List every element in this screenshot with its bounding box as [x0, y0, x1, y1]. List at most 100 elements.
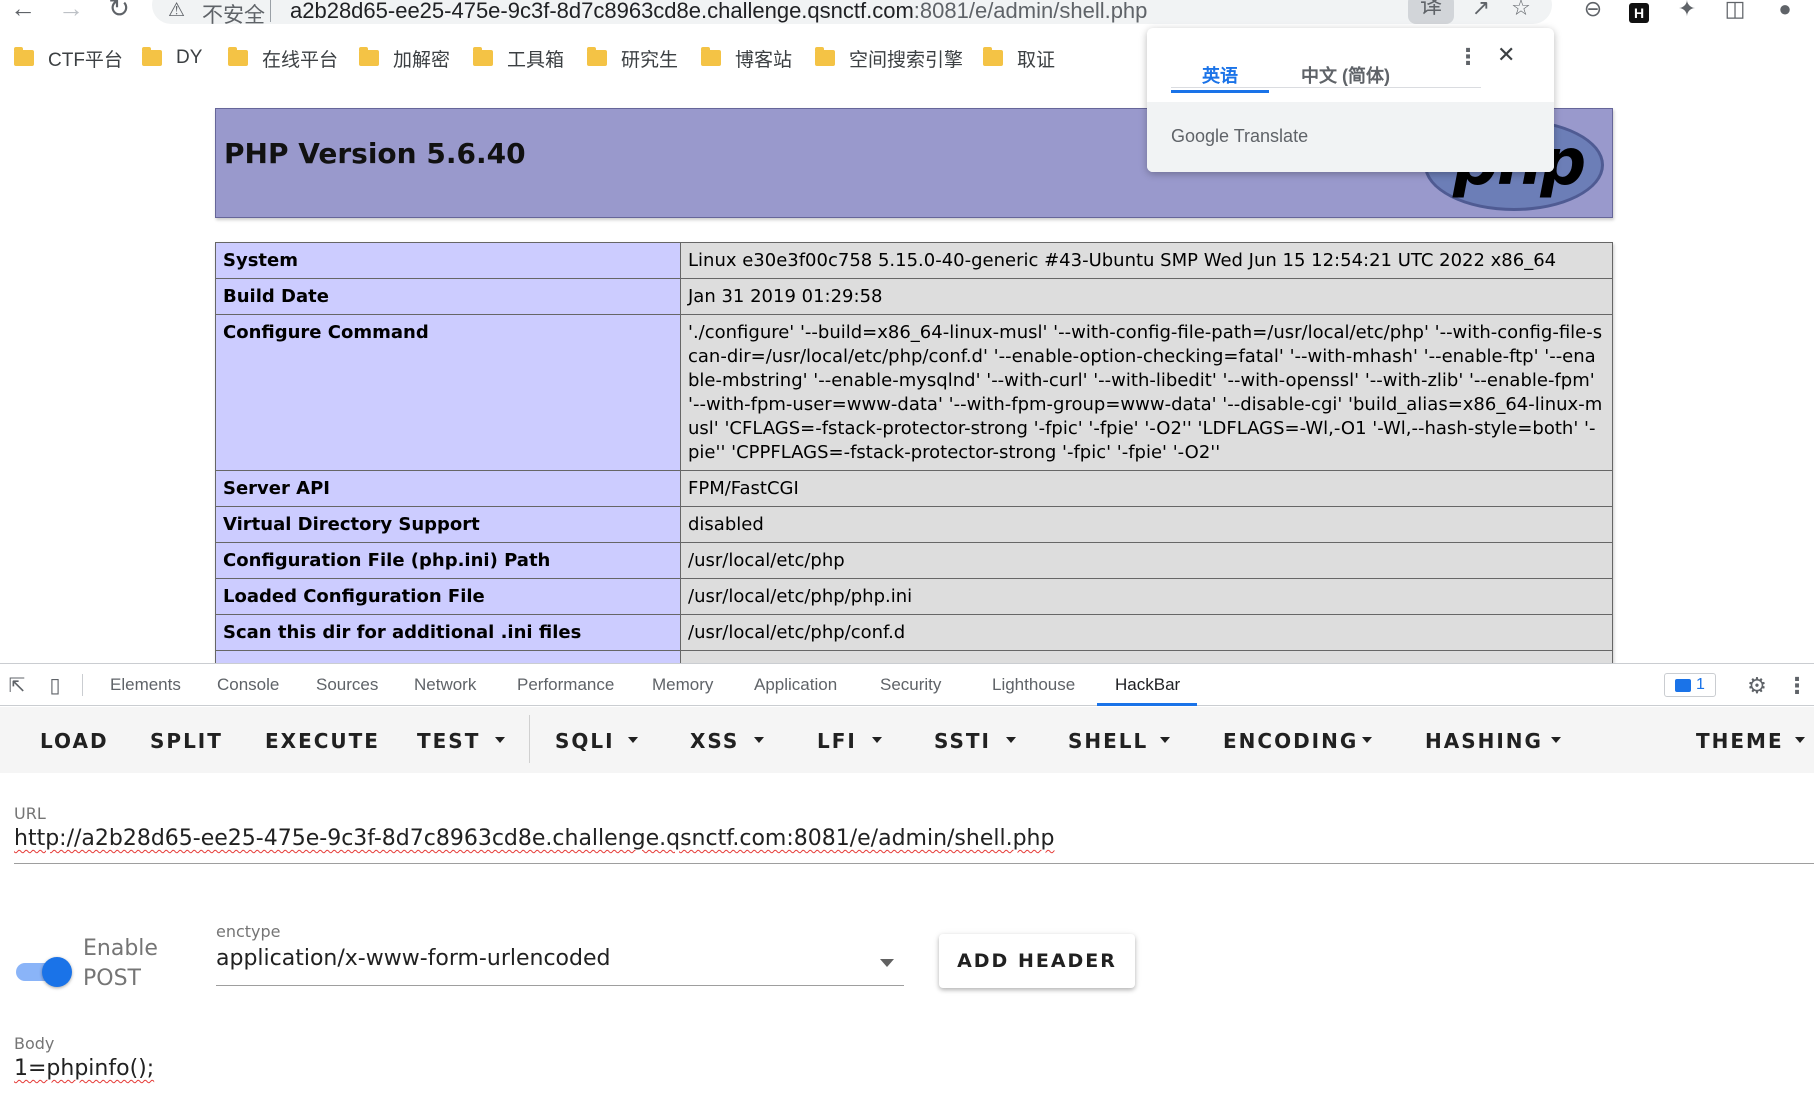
bookmark-label: CTF平台	[48, 49, 123, 71]
folder-icon	[815, 47, 835, 66]
hackbar-menu: LOAD SPLIT EXECUTE TEST SQLI XSS LFI SST…	[0, 707, 1814, 773]
shell-dropdown-icon[interactable]	[1160, 737, 1170, 743]
bookmark-label: 加解密	[393, 49, 451, 71]
hashing-dropdown-icon[interactable]	[1551, 737, 1561, 743]
security-label[interactable]: 不安全	[202, 0, 265, 29]
translate-footer: Google Translate	[1147, 102, 1554, 172]
split-button[interactable]: SPLIT	[150, 729, 223, 753]
xss-dropdown-icon[interactable]	[754, 737, 764, 743]
translate-tab-english[interactable]: 英语	[1171, 62, 1269, 93]
ssti-dropdown-icon[interactable]	[1006, 737, 1016, 743]
google-translate-brand: Google Translate	[1171, 126, 1309, 146]
side-panel-icon[interactable]: ◫	[1720, 0, 1750, 24]
bookmark-crypto[interactable]: 加解密	[359, 45, 450, 71]
tab-console[interactable]: Console	[217, 675, 279, 695]
test-button[interactable]: TEST	[417, 729, 480, 753]
body-input[interactable]: 1=phpinfo();	[14, 1056, 1814, 1092]
lfi-dropdown-icon[interactable]	[872, 737, 882, 743]
ssti-button[interactable]: SSTI	[934, 729, 991, 753]
bookmark-dy[interactable]: DY	[142, 45, 202, 71]
gear-icon[interactable]: ⚙	[1744, 673, 1770, 698]
profile-icon[interactable]: ●	[1770, 0, 1800, 24]
close-icon[interactable]: ✕	[1497, 42, 1515, 68]
bookmark-label: 工具箱	[507, 49, 565, 71]
bookmark-search-engine[interactable]: 空间搜索引擎	[815, 45, 963, 71]
folder-icon	[359, 47, 379, 66]
sqli-dropdown-icon[interactable]	[628, 737, 638, 743]
enable-post-line1: Enable	[83, 936, 158, 961]
hashing-button[interactable]: HASHING	[1425, 729, 1543, 753]
active-tab-indicator	[1097, 703, 1197, 706]
issues-badge[interactable]: 1	[1664, 673, 1716, 697]
enable-post-line2: POST	[83, 966, 141, 991]
url-text: http://a2b28d65-ee25-475e-9c3f-8d7c8963c…	[14, 826, 1055, 851]
inspect-element-icon[interactable]: ⇱	[4, 673, 30, 697]
translate-tab-chinese[interactable]: 中文 (简体)	[1301, 62, 1390, 88]
share-icon[interactable]: ↗	[1464, 0, 1498, 24]
bookmark-tools[interactable]: 工具箱	[473, 45, 564, 71]
tab-sources[interactable]: Sources	[316, 675, 378, 695]
xss-button[interactable]: XSS	[690, 729, 739, 753]
shell-button[interactable]: SHELL	[1068, 729, 1148, 753]
tab-elements[interactable]: Elements	[110, 675, 181, 695]
forward-arrow-icon[interactable]: →	[56, 0, 86, 24]
address-host: a2b28d65-ee25-475e-9c3f-8d7c8963cd8e.cha…	[290, 0, 914, 23]
toggle-knob	[42, 957, 72, 987]
more-vert-icon[interactable]: ⋮	[1457, 44, 1479, 70]
extension-h-icon[interactable]: H	[1624, 0, 1654, 26]
bookmark-forensics[interactable]: 取证	[983, 45, 1055, 71]
browser-toolbar: ← → ↻ ⚠ 不安全 a2b28d65-ee25-475e-9c3f-8d7c…	[0, 0, 1814, 27]
tab-application[interactable]: Application	[754, 675, 837, 695]
lfi-button[interactable]: LFI	[817, 729, 857, 753]
address-url[interactable]: a2b28d65-ee25-475e-9c3f-8d7c8963cd8e.cha…	[290, 0, 1147, 24]
tab-performance[interactable]: Performance	[517, 675, 614, 695]
add-header-button[interactable]: ADD HEADER	[939, 934, 1135, 988]
bookmark-label: 取证	[1017, 49, 1056, 71]
theme-dropdown-icon[interactable]	[1795, 737, 1805, 743]
theme-button[interactable]: THEME	[1696, 729, 1784, 753]
tab-security[interactable]: Security	[880, 675, 941, 695]
table-row: System Linux e30e3f00c758 5.15.0-40-gener…	[215, 242, 1613, 279]
sqli-button[interactable]: SQLI	[555, 729, 615, 753]
encoding-button[interactable]: ENCODING	[1223, 729, 1358, 753]
tab-network[interactable]: Network	[414, 675, 476, 695]
row-value: './configure' '--build=x86_64-linux-musl…	[680, 314, 1613, 471]
tab-hackbar[interactable]: HackBar	[1115, 675, 1180, 695]
folder-icon	[142, 47, 162, 66]
address-bar[interactable]: ⚠ 不安全 a2b28d65-ee25-475e-9c3f-8d7c8963cd…	[152, 0, 1552, 27]
reload-icon[interactable]: ↻	[104, 0, 134, 24]
bookmark-grad[interactable]: 研究生	[587, 45, 678, 71]
address-path: :8081/e/admin/shell.php	[913, 0, 1148, 23]
test-dropdown-icon[interactable]	[495, 737, 505, 743]
back-arrow-icon[interactable]: ←	[8, 0, 38, 24]
devtools-tab-bar: ⇱ ▯ Elements Console Sources Network Per…	[0, 664, 1814, 706]
row-value: /usr/local/etc/php	[680, 542, 1613, 579]
execute-button[interactable]: EXECUTE	[265, 729, 380, 753]
url-input[interactable]: http://a2b28d65-ee25-475e-9c3f-8d7c8963c…	[14, 826, 1814, 864]
enctype-select[interactable]: application/x-www-form-urlencoded	[216, 946, 904, 986]
folder-icon	[983, 47, 1003, 66]
tab-memory[interactable]: Memory	[652, 675, 713, 695]
chevron-down-icon	[880, 959, 894, 967]
bookmark-blogs[interactable]: 博客站	[701, 45, 792, 71]
minus-circle-icon[interactable]: ⊖	[1578, 0, 1608, 24]
table-row: Scan this dir for additional .ini files /…	[215, 614, 1613, 651]
puzzle-icon[interactable]: ✦	[1672, 0, 1702, 24]
body-text: 1=phpinfo();	[14, 1056, 155, 1081]
tab-lighthouse[interactable]: Lighthouse	[992, 675, 1075, 695]
translate-icon[interactable]: 译	[1408, 0, 1454, 24]
row-key: Server API	[215, 470, 681, 507]
more-vert-icon[interactable]: ⋮	[1784, 673, 1810, 698]
table-row: Build Date Jan 31 2019 01:29:58	[215, 278, 1613, 315]
row-key: Build Date	[215, 278, 681, 315]
devtools-panel: ⇱ ▯ Elements Console Sources Network Per…	[0, 663, 1814, 1093]
bookmark-online[interactable]: 在线平台	[228, 45, 338, 71]
folder-icon	[587, 47, 607, 66]
bookmark-ctf[interactable]: CTF平台	[14, 45, 123, 71]
star-icon[interactable]: ☆	[1504, 0, 1538, 24]
row-key: Configure Command	[215, 314, 681, 471]
enable-post-toggle[interactable]	[16, 954, 72, 990]
load-button[interactable]: LOAD	[40, 729, 109, 753]
device-toolbar-icon[interactable]: ▯	[42, 673, 68, 697]
encoding-dropdown-icon[interactable]	[1362, 737, 1372, 743]
